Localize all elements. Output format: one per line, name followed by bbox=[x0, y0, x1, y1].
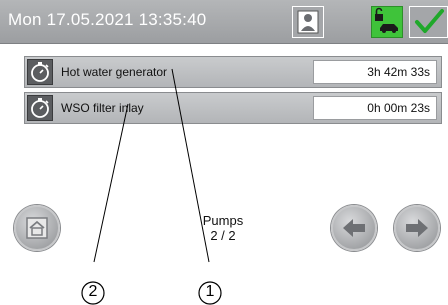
callout-lines bbox=[81, 68, 222, 305]
callout-number-2: 2 bbox=[88, 283, 98, 300]
pumps-screen: Mon 17.05.2021 13:35:40 Hot water genera… bbox=[0, 0, 448, 305]
callout-number-1: 1 bbox=[205, 283, 215, 300]
